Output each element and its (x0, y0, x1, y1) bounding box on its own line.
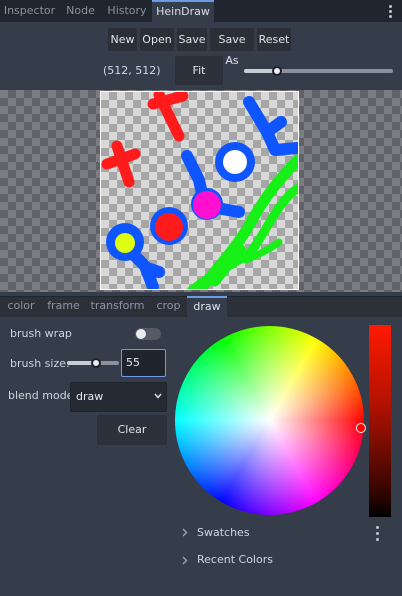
blue-stroke (243, 96, 298, 156)
save-button[interactable]: Save (177, 28, 207, 51)
brush-size-label: brush size: (10, 357, 70, 370)
drawing-canvas[interactable] (100, 91, 299, 290)
save-as-button[interactable]: Save As (210, 28, 254, 67)
tab-transform[interactable]: transform (85, 296, 150, 317)
reset-button[interactable]: Reset (257, 28, 291, 51)
blend-mode-value: draw (76, 390, 104, 403)
tab-heindraw[interactable]: HeinDraw (152, 0, 214, 22)
tab-color[interactable]: color (0, 296, 42, 317)
yellow-dot (115, 233, 135, 253)
color-wheel-cursor[interactable] (356, 423, 366, 433)
tab-history[interactable]: History (102, 0, 152, 22)
swatches-toggle[interactable]: Swatches (197, 526, 250, 539)
chevron-right-icon[interactable] (181, 556, 188, 565)
new-button[interactable]: New (108, 28, 137, 51)
open-button[interactable]: Open (140, 28, 174, 51)
blend-mode-select[interactable]: draw (70, 382, 167, 412)
brush-size-input[interactable]: 55 (121, 349, 166, 377)
zoom-slider[interactable] (244, 66, 393, 76)
tab-frame[interactable]: frame (42, 296, 85, 317)
brush-wrap-label: brush wrap (10, 327, 72, 340)
swatches-menu-icon[interactable] (376, 525, 380, 541)
chevron-right-icon[interactable] (181, 528, 188, 537)
white-dot (223, 150, 247, 174)
image-size-readout: (512, 512) (103, 64, 161, 77)
value-bar[interactable] (369, 325, 391, 517)
toggle-knob (136, 329, 146, 339)
zoom-slider-handle[interactable] (272, 66, 282, 76)
chevron-down-icon (154, 393, 162, 399)
blend-mode-label: blend mode (8, 389, 74, 402)
red-cross (147, 92, 189, 142)
red-cross (101, 140, 141, 188)
brush-size-slider[interactable] (67, 358, 119, 368)
kebab-menu-icon[interactable] (386, 4, 396, 18)
magenta-dot (193, 191, 221, 219)
red-dot (155, 213, 183, 241)
tab-crop[interactable]: crop (150, 296, 187, 317)
tab-node[interactable]: Node (59, 0, 102, 22)
canvas-strokes (101, 92, 298, 289)
color-wheel[interactable] (175, 326, 364, 515)
brush-size-handle[interactable] (91, 358, 101, 368)
tab-inspector[interactable]: Inspector (0, 0, 59, 22)
brush-wrap-toggle[interactable] (135, 328, 161, 340)
recent-colors-toggle[interactable]: Recent Colors (197, 553, 273, 566)
fit-button[interactable]: Fit (175, 56, 223, 85)
clear-button[interactable]: Clear (97, 415, 167, 445)
tab-draw[interactable]: draw (187, 296, 227, 317)
blue-stroke (129, 250, 165, 289)
